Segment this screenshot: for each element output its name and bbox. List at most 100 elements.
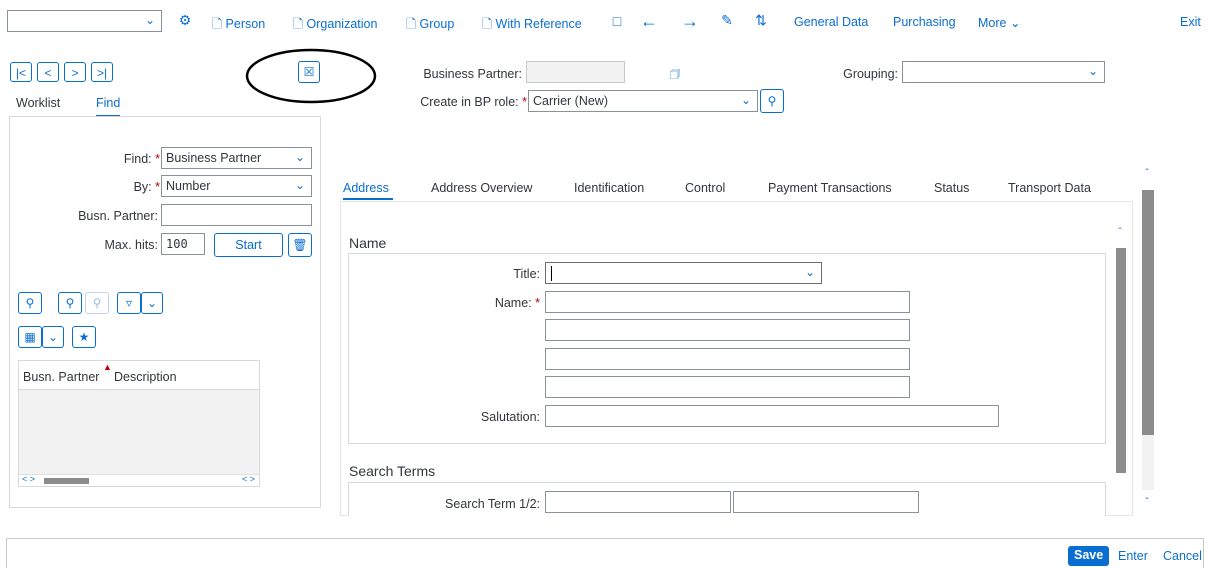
cancel-button[interactable]: Cancel (1163, 549, 1202, 563)
name-field-2[interactable] (545, 319, 910, 341)
tab-address-overview[interactable]: Address Overview (431, 181, 532, 195)
annotation-circle (245, 48, 377, 104)
next-page-icon[interactable]: > (64, 62, 86, 82)
tab-address[interactable]: Address (343, 181, 393, 200)
table-header: Busn. Partner ▲ Description (19, 361, 259, 390)
tab-identification[interactable]: Identification (574, 181, 644, 195)
tab-payment-transactions[interactable]: Payment Transactions (768, 181, 892, 195)
search-icon[interactable]: ⚲ (58, 292, 82, 314)
inner-vertical-scrollbar[interactable] (1116, 248, 1126, 473)
chevron-down-icon: ⌄ (1087, 64, 1098, 78)
chevron-down-icon: ⌄ (294, 150, 305, 164)
title-label: Title: (513, 267, 540, 281)
org-structure-icon[interactable]: ⚙ (175, 12, 195, 29)
chevron-down-icon: ⌄ (740, 93, 751, 107)
favorites-icon[interactable]: ★ (72, 326, 96, 348)
scrollbar-thumb[interactable] (1142, 190, 1154, 435)
scroll-right-icon[interactable]: < > (242, 474, 255, 484)
chevron-down-icon: ⌄ (294, 178, 305, 192)
start-button[interactable]: Start (214, 233, 283, 257)
more-menu[interactable]: More ⌄ (978, 15, 1020, 30)
search-term-1-field[interactable] (545, 491, 731, 513)
tab-transport-data[interactable]: Transport Data (1008, 181, 1091, 195)
role-select[interactable]: Carrier (New) ⌄ (528, 90, 758, 112)
scrollbar-thumb[interactable] (1116, 248, 1126, 473)
open-icon[interactable]: □ (608, 13, 626, 29)
scroll-up-icon[interactable]: ˆ (1113, 227, 1127, 238)
salutation-label: Salutation: (480, 410, 540, 424)
find-label: Find: * (123, 152, 160, 166)
by-label: By: * (133, 180, 160, 194)
filter-dropdown-icon[interactable]: ⌄ (141, 292, 163, 314)
arrow-right-icon[interactable]: → (681, 11, 699, 32)
save-button[interactable]: Save (1068, 546, 1110, 566)
tab-control[interactable]: Control (685, 181, 725, 195)
column-header-description[interactable]: Description (114, 370, 177, 384)
enter-button[interactable]: Enter (1118, 549, 1148, 563)
footer-bar (6, 538, 1204, 568)
search-terms-title: Search Terms (349, 463, 436, 479)
document-icon: 🗋 (482, 17, 493, 31)
grouping-label: Grouping: (843, 67, 898, 81)
find-select[interactable]: Business Partner ⌄ (161, 147, 312, 169)
busn-partner-input[interactable] (161, 204, 312, 226)
tab-find[interactable]: Find (96, 96, 121, 117)
chevron-down-icon: ⌄ (1009, 16, 1021, 30)
by-select[interactable]: Number ⌄ (161, 175, 312, 197)
scroll-up-icon[interactable]: ˆ (1140, 168, 1154, 179)
role-label: Create in BP role: * (420, 95, 527, 109)
chevron-down-icon: ⌄ (144, 13, 155, 27)
tab-worklist[interactable]: Worklist (16, 96, 60, 110)
role-search-icon[interactable]: ⚲ (760, 89, 784, 113)
general-data-button[interactable]: General Data (794, 15, 868, 29)
search-term-2-field[interactable] (733, 491, 919, 513)
active-tab-indicator (343, 198, 393, 200)
filter-icon[interactable]: ▿ (117, 292, 141, 314)
name-field-3[interactable] (545, 348, 910, 370)
name-field-4[interactable] (545, 376, 910, 398)
group-button[interactable]: 🗋 Group (406, 15, 454, 36)
person-button[interactable]: 🗋 Person (212, 15, 265, 36)
previous-page-icon[interactable]: < (37, 62, 59, 82)
edit-toggle-icon[interactable]: ✎ (718, 12, 736, 29)
grouping-select[interactable]: ⌄ (902, 61, 1105, 83)
name-field-1[interactable] (545, 291, 910, 313)
max-hits-label: Max. hits: (104, 238, 159, 252)
sort-indicator-icon: ▲ (103, 362, 112, 372)
document-icon: 🗋 (406, 17, 417, 31)
document-icon: 🗋 (293, 17, 304, 31)
text-cursor (551, 266, 552, 281)
organization-button[interactable]: 🗋 Organization (293, 15, 377, 36)
first-page-icon[interactable]: |< (10, 62, 32, 82)
bp-input (526, 61, 625, 83)
layout-dropdown-icon[interactable]: ⌄ (42, 326, 64, 348)
search-next-icon[interactable]: ⚲ (85, 292, 109, 314)
exit-button[interactable]: Exit (1180, 15, 1201, 29)
last-page-icon[interactable]: >| (91, 62, 113, 82)
max-hits-input[interactable]: 100 (161, 233, 205, 255)
compare-icon[interactable]: ⇅ (752, 12, 770, 29)
layout-icon[interactable]: ▦ (18, 326, 42, 348)
with-reference-button[interactable]: 🗋 With Reference (482, 15, 582, 36)
name-section-title: Name (349, 235, 387, 251)
scroll-down-icon[interactable]: ˆ (1140, 497, 1154, 508)
search-term-label: Search Term 1/2: (445, 497, 540, 511)
purchasing-button[interactable]: Purchasing (893, 15, 956, 29)
delete-icon[interactable]: 🗑 (288, 233, 312, 257)
column-header-busn-partner[interactable]: Busn. Partner (23, 370, 99, 384)
salutation-field[interactable] (545, 405, 999, 427)
title-select[interactable]: ⌄ (545, 262, 822, 284)
zoom-in-icon[interactable]: ⚲ (18, 292, 42, 314)
chevron-down-icon: ⌄ (804, 265, 815, 279)
scroll-left-icon[interactable]: < > (22, 474, 35, 484)
transaction-dropdown[interactable]: ⌄ (7, 10, 162, 32)
arrow-left-icon[interactable]: ← (640, 11, 658, 32)
bp-label: Business Partner: (423, 67, 522, 81)
results-table: Busn. Partner ▲ Description < > < > (18, 360, 260, 487)
tab-status[interactable]: Status (934, 181, 969, 195)
scrollbar-thumb[interactable] (44, 478, 89, 484)
outer-vertical-scrollbar[interactable] (1142, 190, 1154, 490)
horizontal-scrollbar[interactable]: < > < > (19, 474, 259, 486)
bp-info-icon[interactable]: 🗇 (667, 65, 683, 86)
busn-partner-label: Busn. Partner: (78, 209, 158, 223)
